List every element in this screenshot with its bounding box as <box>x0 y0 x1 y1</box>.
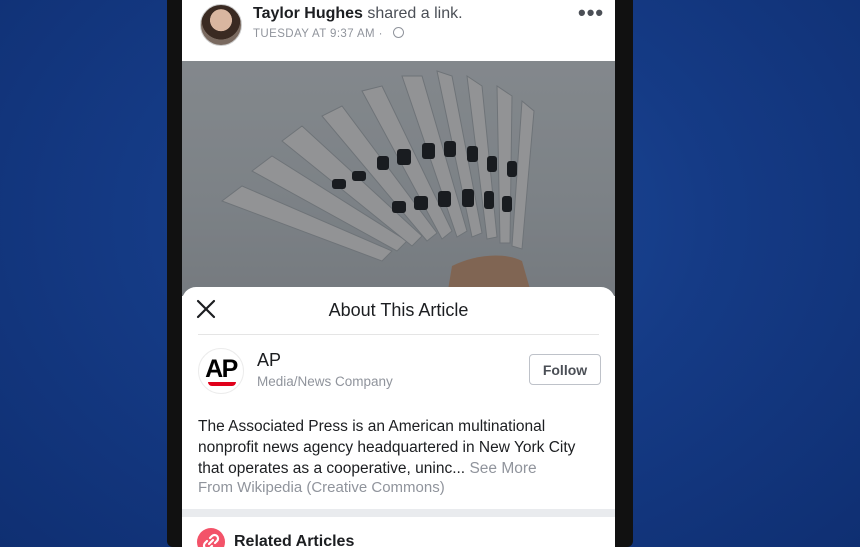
post-header: Taylor Hughes shared a link. TUESDAY AT … <box>182 0 615 60</box>
post-attribution: Taylor Hughes shared a link. <box>253 5 463 23</box>
see-more-link[interactable]: See More <box>469 460 536 477</box>
author-avatar[interactable] <box>200 4 242 46</box>
author-name[interactable]: Taylor Hughes <box>253 5 363 22</box>
section-separator <box>182 509 615 517</box>
publisher-name[interactable]: AP <box>257 350 281 371</box>
link-icon <box>197 528 225 547</box>
follow-button[interactable]: Follow <box>529 354 601 385</box>
ap-logo-red-bar <box>208 382 236 386</box>
separator-dot: · <box>378 28 383 40</box>
description-source[interactable]: From Wikipedia (Creative Commons) <box>198 479 445 496</box>
ap-logo-text: AP <box>205 355 238 383</box>
related-articles-heading[interactable]: Related Articles <box>234 533 354 547</box>
timestamp-text[interactable]: TUESDAY AT 9:37 AM <box>253 28 375 40</box>
post-action: shared a link. <box>367 5 463 22</box>
divider <box>198 334 599 335</box>
publisher-category: Media/News Company <box>257 374 393 389</box>
link-preview-image[interactable] <box>182 61 615 296</box>
post-timestamp: TUESDAY AT 9:37 AM · <box>253 27 404 40</box>
publisher-logo[interactable]: AP <box>198 348 244 394</box>
publisher-description: The Associated Press is an American mult… <box>198 416 603 479</box>
phone-screen: Taylor Hughes shared a link. TUESDAY AT … <box>182 0 615 547</box>
sheet-title: About This Article <box>328 300 469 320</box>
more-dots-icon[interactable]: ••• <box>578 0 604 26</box>
globe-icon <box>392 27 404 38</box>
eclipse-glasses-photo <box>220 70 535 296</box>
about-article-sheet: About This Article AP AP Media/News Comp… <box>182 287 615 547</box>
chain-link-glyph <box>202 533 220 547</box>
